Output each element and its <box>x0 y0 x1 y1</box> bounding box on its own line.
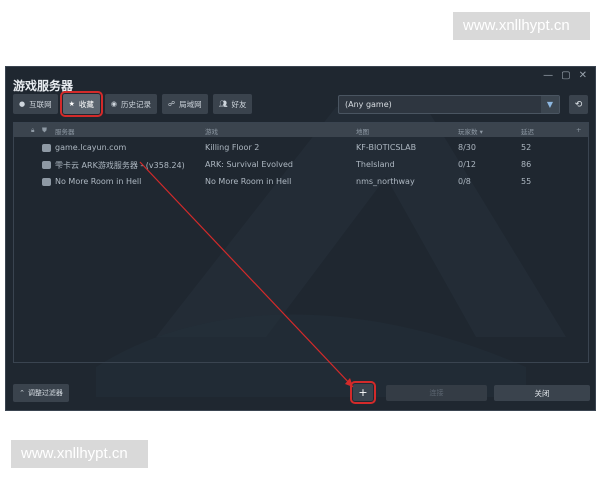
table-row[interactable]: game.lcayun.com Killing Floor 2 KF-BIOTI… <box>14 140 588 156</box>
tab-label: 好友 <box>231 99 247 109</box>
window-title: 游戏服务器 <box>13 79 74 93</box>
adjust-filters-label: 调整过滤器 <box>27 389 63 397</box>
chevron-down-icon[interactable]: ▼ <box>541 96 559 113</box>
row-players: 0/12 <box>458 160 476 169</box>
add-server-button[interactable]: + <box>350 381 376 404</box>
row-players: 8/30 <box>458 143 476 152</box>
lock-icon[interactable]: 🔒︎ <box>31 126 34 135</box>
header-players[interactable]: 玩家数 ▾ <box>458 126 483 136</box>
header-game[interactable]: 游戏 <box>205 126 218 136</box>
connect-button[interactable]: 连接 <box>386 385 487 401</box>
row-map: KF-BIOTICSLAB <box>356 143 417 152</box>
tab-label: 局域网 <box>179 99 202 109</box>
row-name: game.lcayun.com <box>55 143 127 152</box>
row-name: No More Room in Hell <box>55 177 142 186</box>
table-row[interactable]: 雫卡云 ARK游戏服务器 - (v358.24) ARK: Survival E… <box>14 157 588 173</box>
header-add-column[interactable]: + <box>576 126 581 134</box>
server-icon <box>42 144 51 152</box>
tab-history[interactable]: ◉ 历史记录 <box>104 94 157 114</box>
chevron-up-icon: ⌃ <box>19 389 25 397</box>
row-name: 雫卡云 ARK游戏服务器 - (v358.24) <box>55 161 185 170</box>
row-ping: 52 <box>521 143 532 152</box>
tab-lan[interactable]: ☍ 局域网 <box>162 94 208 114</box>
close-button[interactable]: 关闭 <box>494 385 590 401</box>
window-controls: — ▢ ✕ <box>543 70 587 81</box>
maximize-button[interactable]: ▢ <box>561 70 570 81</box>
watermark-top: www.xnllhypt.cn <box>453 12 590 40</box>
bottom-bar: ⌃ 调整过滤器 + 连接 关闭 <box>13 381 590 404</box>
row-ping: 55 <box>521 177 532 186</box>
friends-icon: 👥︎ <box>218 100 228 108</box>
server-icon <box>42 178 51 186</box>
history-icon: ◉ <box>110 100 117 108</box>
row-map: nms_northway <box>356 177 415 186</box>
server-icon <box>42 161 51 169</box>
minimize-button[interactable]: — <box>543 70 553 81</box>
row-players: 0/8 <box>458 177 471 186</box>
star-icon: ★ <box>68 100 75 108</box>
tab-favorites[interactable]: ★ 收藏 <box>59 91 103 117</box>
watermark-bottom: www.xnllhypt.cn <box>11 440 148 468</box>
tab-label: 历史记录 <box>121 99 151 109</box>
game-filter-select[interactable]: (Any game) ▼ <box>338 95 560 114</box>
row-game: Killing Floor 2 <box>205 143 260 152</box>
circle-icon: ● <box>19 100 26 108</box>
refresh-icon: ⟲ <box>574 99 583 110</box>
row-map: TheIsland <box>356 160 395 169</box>
header-map[interactable]: 地图 <box>356 126 369 136</box>
table-row[interactable]: No More Room in Hell No More Room in Hel… <box>14 174 588 190</box>
shield-icon[interactable]: ⛊ <box>42 126 47 135</box>
table-header: 🔒︎ ⛊ 服务器 游戏 地图 玩家数 ▾ 延迟 + <box>14 123 588 137</box>
server-tabs: ● 互联网 ★ 收藏 ◉ 历史记录 ☍ 局域网 👥︎ 好友 <box>13 91 253 117</box>
tab-label: 收藏 <box>78 99 94 109</box>
tab-friends[interactable]: 👥︎ 好友 <box>212 94 253 114</box>
refresh-button[interactable]: ⟲ <box>569 95 588 114</box>
row-game: No More Room in Hell <box>205 177 292 186</box>
server-table: 🔒︎ ⛊ 服务器 游戏 地图 玩家数 ▾ 延迟 + game.lcayun.co… <box>13 122 589 363</box>
header-name[interactable]: 服务器 <box>55 126 75 136</box>
adjust-filters-button[interactable]: ⌃ 调整过滤器 <box>13 384 69 402</box>
header-ping[interactable]: 延迟 <box>521 126 534 136</box>
close-window-button[interactable]: ✕ <box>579 70 587 81</box>
row-game: ARK: Survival Evolved <box>205 160 293 169</box>
game-servers-window: — ▢ ✕ 游戏服务器 ● 互联网 ★ 收藏 ◉ 历史记录 ☍ 局域网 👥︎ 好… <box>5 66 596 411</box>
lan-icon: ☍ <box>168 100 176 108</box>
tab-label: 互联网 <box>29 99 52 109</box>
row-ping: 86 <box>521 160 532 169</box>
game-filter-value: (Any game) <box>345 100 392 109</box>
tab-internet[interactable]: ● 互联网 <box>13 94 58 114</box>
